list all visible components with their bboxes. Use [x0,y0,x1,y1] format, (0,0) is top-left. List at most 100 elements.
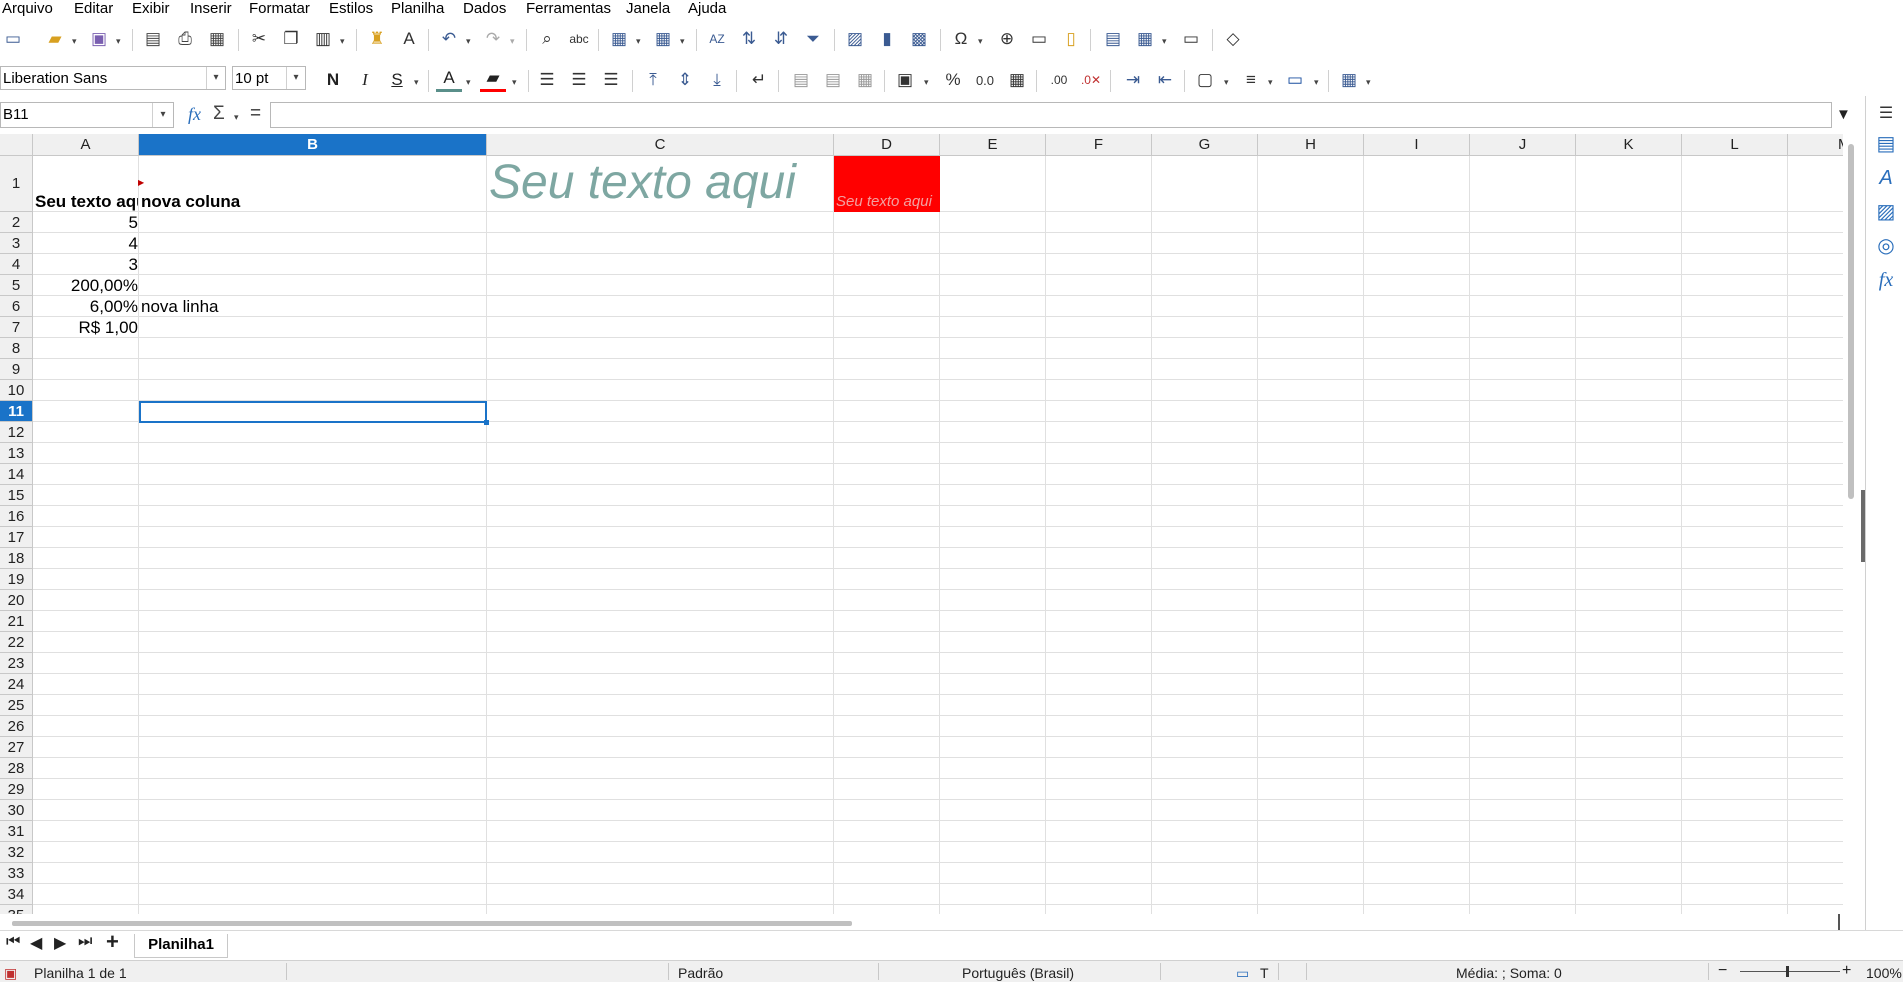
row-header-9[interactable]: 9 [0,359,33,380]
zoom-slider-thumb[interactable] [1786,966,1789,977]
border-style-icon[interactable]: ≡ [1238,67,1264,93]
row-header-11[interactable]: 11 [0,401,33,422]
clear-formatting-icon[interactable]: A [396,26,422,52]
cell-a7[interactable]: R$ 1,00 [33,318,138,338]
freeze-rows-columns-icon[interactable]: ▦ [1132,26,1158,52]
row-header-32[interactable]: 32 [0,842,33,863]
cell-b6[interactable]: nova linha [139,297,479,317]
font-color-icon[interactable]: A [436,67,462,92]
sidebar-menu-icon[interactable]: ☰ [1874,102,1898,126]
row-header-21[interactable]: 21 [0,611,33,632]
cut-icon[interactable]: ✂ [246,26,272,52]
hyperlink-icon[interactable]: ⊕ [994,26,1020,52]
previous-sheet-icon[interactable]: ◀ [30,933,42,953]
page-style[interactable]: Padrão [678,965,723,981]
underline-dropdown-icon[interactable]: ▾ [414,77,419,88]
row-header-1[interactable]: 1 [0,156,33,212]
row-header-27[interactable]: 27 [0,737,33,758]
menu-formatar[interactable]: Formatar [249,0,310,18]
borders-icon[interactable]: ▢ [1192,67,1218,93]
cell-a3[interactable]: 4 [33,234,138,254]
row-dropdown-icon[interactable]: ▾ [636,36,641,47]
wrap-text-icon[interactable]: ↵ [746,67,772,93]
define-print-area-icon[interactable]: ▤ [1100,26,1126,52]
row-header-12[interactable]: 12 [0,422,33,443]
fill-handle[interactable] [484,420,489,425]
row-header-8[interactable]: 8 [0,338,33,359]
column-icon[interactable]: ▦ [650,26,676,52]
document-modified-icon[interactable]: ▣ [4,965,17,982]
column-header-i[interactable]: I [1364,134,1470,156]
font-size-box[interactable]: 10 pt ▾ [232,66,306,90]
last-sheet-icon[interactable]: ⏭ [78,933,92,951]
sort-descending-icon[interactable]: ⇵ [768,26,794,52]
menu-ferramentas[interactable]: Ferramentas [526,0,611,18]
horizontal-scroll-end[interactable] [1838,914,1840,930]
autofilter-icon[interactable]: ⏷ [800,26,826,52]
new-document-icon[interactable]: ▭ [0,26,26,52]
pivot-table-icon[interactable]: ▩ [906,26,932,52]
find-replace-icon[interactable]: ⌕ [534,26,560,52]
insert-mode-icon[interactable]: T [1260,965,1269,981]
column-header-g[interactable]: G [1152,134,1258,156]
horizontal-scroll-thumb[interactable] [12,921,852,926]
cell-c1[interactable]: Seu texto aqui [487,156,834,212]
row-header-31[interactable]: 31 [0,821,33,842]
zoom-level[interactable]: 100% [1866,965,1902,981]
increase-indent-icon[interactable]: ⇥ [1120,67,1146,93]
language[interactable]: Português (Brasil) [962,965,1074,981]
column-header-h[interactable]: H [1258,134,1364,156]
functions-icon[interactable]: fx [1874,268,1898,292]
menu-ajuda[interactable]: Ajuda [688,0,726,18]
save-icon[interactable]: ▣ [86,26,112,52]
insert-image-icon[interactable]: ▨ [842,26,868,52]
background-color-dropdown-icon[interactable]: ▾ [512,77,517,88]
unmerge-cells-icon[interactable]: ▦ [852,67,878,93]
column-header-l[interactable]: L [1682,134,1788,156]
font-color-dropdown-icon[interactable]: ▾ [466,77,471,88]
merge-cells-icon[interactable]: ▤ [820,67,846,93]
row-header-25[interactable]: 25 [0,695,33,716]
row-header-15[interactable]: 15 [0,485,33,506]
decrease-indent-icon[interactable]: ⇤ [1152,67,1178,93]
row-header-34[interactable]: 34 [0,884,33,905]
row-header-2[interactable]: 2 [0,212,33,233]
cell-b1[interactable]: nova coluna [139,192,479,212]
paste-dropdown-icon[interactable]: ▾ [340,36,345,47]
row-header-28[interactable]: 28 [0,758,33,779]
split-window-icon[interactable]: ▭ [1178,26,1204,52]
freeze-dropdown-icon[interactable]: ▾ [1162,36,1167,47]
background-color-icon[interactable]: ▰ [480,67,506,92]
bold-icon[interactable]: N [320,67,346,93]
zoom-out-icon[interactable]: − [1718,962,1727,980]
next-sheet-icon[interactable]: ▶ [54,933,66,953]
spreadsheet-grid[interactable]: A B C D E F G H I J K L M 12345678910111… [0,134,1843,914]
delete-decimal-icon[interactable]: .0✕ [1078,67,1104,93]
menu-inserir[interactable]: Inserir [190,0,232,18]
comment-icon[interactable]: ▭ [1026,26,1052,52]
zoom-slider[interactable] [1740,971,1840,972]
border-color-dropdown-icon[interactable]: ▾ [1314,77,1319,88]
row-header-10[interactable]: 10 [0,380,33,401]
sum-icon[interactable]: Σ [213,103,225,125]
copy-icon[interactable]: ❐ [278,26,304,52]
align-center-icon[interactable]: ☰ [566,67,592,93]
column-dropdown-icon[interactable]: ▾ [680,36,685,47]
align-middle-icon[interactable]: ⇕ [672,67,698,93]
currency-format-icon[interactable]: ▣ [892,67,918,93]
cell-a2[interactable]: 5 [33,213,138,233]
cell-d1[interactable]: Seu texto aqui [834,192,946,212]
print-preview-icon[interactable]: ▦ [204,26,230,52]
column-header-c[interactable]: C [487,134,834,156]
row-header-23[interactable]: 23 [0,653,33,674]
undo-icon[interactable]: ↶ [436,26,462,52]
row-header-4[interactable]: 4 [0,254,33,275]
styles-icon[interactable]: A [1874,166,1898,190]
menu-exibir[interactable]: Exibir [132,0,170,18]
column-header-d[interactable]: D [834,134,940,156]
row-header-35[interactable]: 35 [0,905,33,914]
underline-icon[interactable]: S [384,67,410,93]
column-header-b[interactable]: B [139,134,487,156]
borders-dropdown-icon[interactable]: ▾ [1224,77,1229,88]
zoom-in-icon[interactable]: + [1842,962,1851,980]
